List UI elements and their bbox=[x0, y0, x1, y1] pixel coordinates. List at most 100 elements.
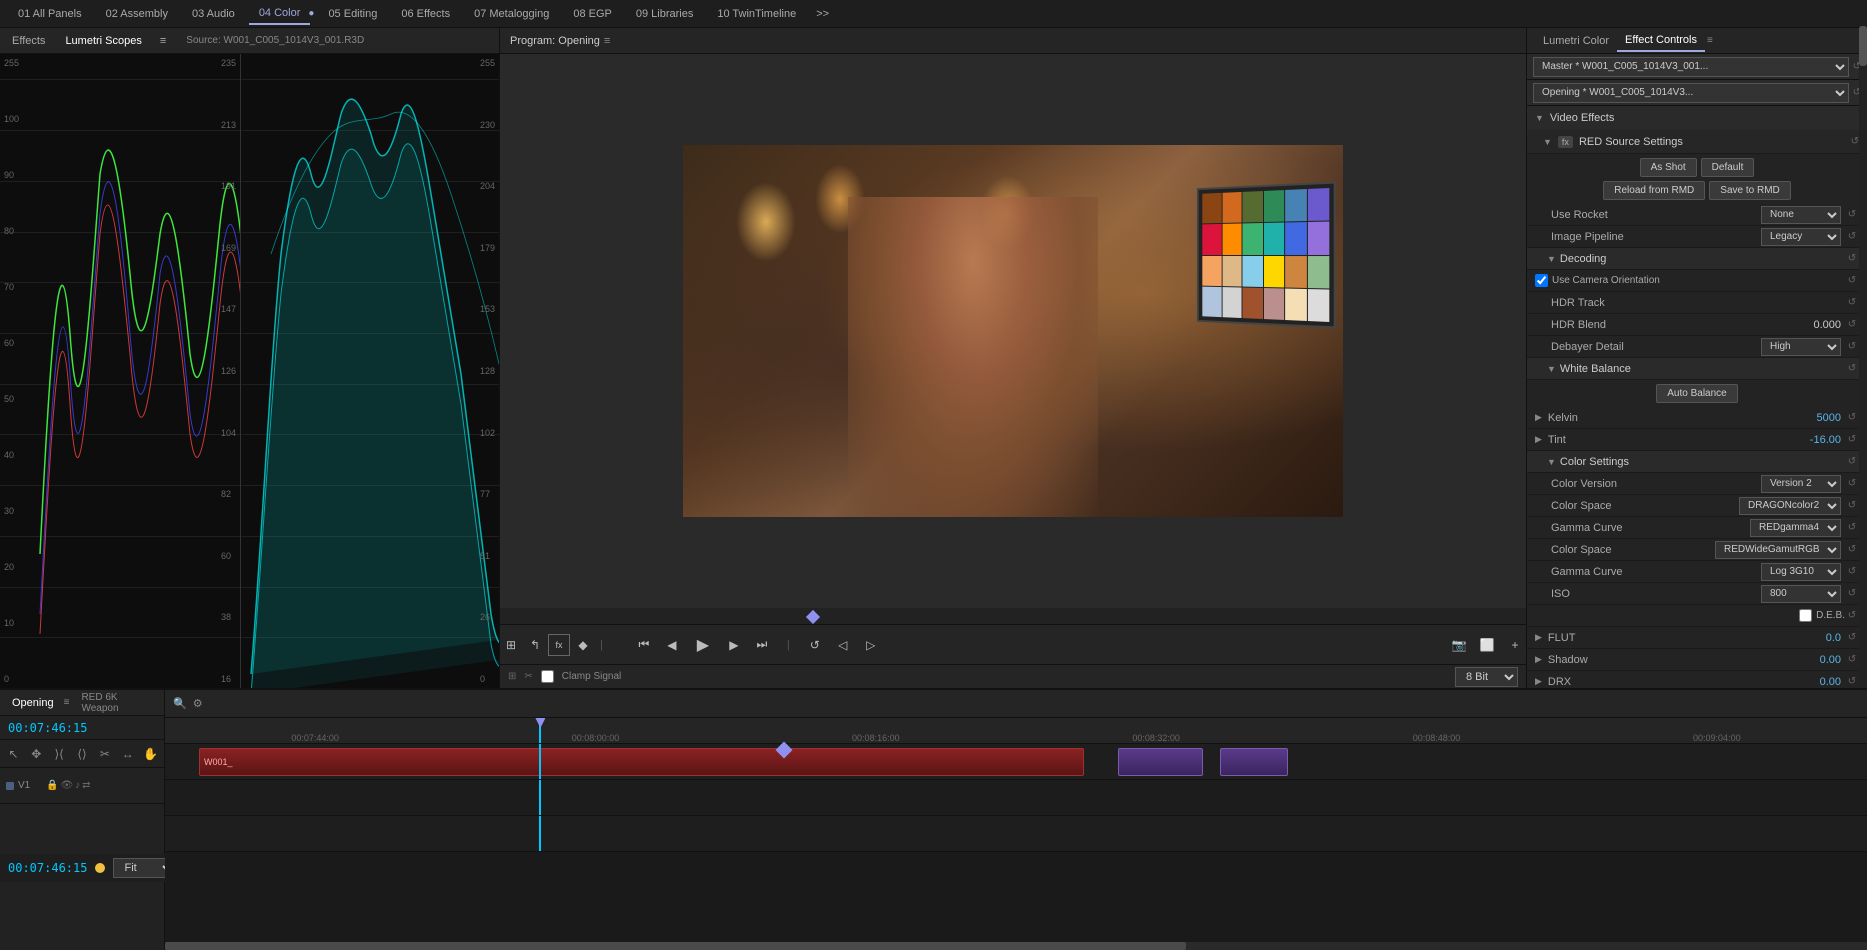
sync-icon[interactable]: ⇄ bbox=[82, 780, 90, 791]
clamp-signal-checkbox[interactable] bbox=[541, 670, 554, 683]
timeline-scrollbar-thumb[interactable] bbox=[165, 942, 1186, 950]
color-settings-reset[interactable]: ↺ bbox=[1845, 455, 1859, 469]
lock-icon[interactable]: 🔒 bbox=[46, 780, 58, 791]
eye-icon[interactable]: 👁 bbox=[60, 780, 73, 791]
preview-timeline-ruler[interactable] bbox=[500, 608, 1526, 624]
white-balance-reset[interactable]: ↺ bbox=[1845, 362, 1859, 376]
bit-depth-selector[interactable]: 8 Bit 16 Bit bbox=[1455, 667, 1518, 687]
zoom-in-icon[interactable]: 🔍 bbox=[173, 697, 187, 710]
use-rocket-reset[interactable]: ↺ bbox=[1845, 208, 1859, 222]
hdr-track-reset[interactable]: ↺ bbox=[1845, 296, 1859, 310]
add-marker-button[interactable]: ⊞ bbox=[500, 634, 522, 656]
nav-effects[interactable]: 06 Effects bbox=[391, 4, 460, 24]
red-source-reset[interactable]: ↺ bbox=[1851, 136, 1859, 147]
tool-roll[interactable]: ⟨⟩ bbox=[73, 744, 92, 764]
fullscreen-button[interactable]: ⬜ bbox=[1476, 634, 1498, 656]
gamma-curve2-reset[interactable]: ↺ bbox=[1845, 565, 1859, 579]
auto-balance-button[interactable]: Auto Balance bbox=[1656, 384, 1738, 403]
tool-slip[interactable]: ↔ bbox=[118, 744, 137, 764]
as-shot-button[interactable]: As Shot bbox=[1640, 158, 1697, 177]
prev-frame-button[interactable]: ◀ bbox=[661, 634, 683, 656]
fx-button[interactable]: fx bbox=[548, 634, 570, 656]
hdr-blend-reset[interactable]: ↺ bbox=[1845, 318, 1859, 332]
scopes-menu-icon[interactable]: ≡ bbox=[160, 35, 166, 47]
opening-clip-selector[interactable]: Opening * W001_C005_1014V3... bbox=[1533, 83, 1849, 103]
insert-button[interactable]: ↰ bbox=[524, 634, 546, 656]
grid-icon[interactable]: ⊞ bbox=[508, 671, 516, 682]
nav-libraries[interactable]: 09 Libraries bbox=[626, 4, 703, 24]
tool-hand[interactable]: ✋ bbox=[141, 744, 160, 764]
opening-tab[interactable]: Opening bbox=[8, 695, 58, 711]
tool-move[interactable]: ✥ bbox=[27, 744, 46, 764]
reload-rmd-button[interactable]: Reload from RMD bbox=[1603, 181, 1705, 200]
camera-orientation-reset[interactable]: ↺ bbox=[1845, 274, 1859, 288]
next-frame-button[interactable]: ▶ bbox=[723, 634, 745, 656]
image-pipeline-reset[interactable]: ↺ bbox=[1845, 230, 1859, 244]
use-rocket-selector[interactable]: None bbox=[1761, 206, 1841, 224]
timeline-scrollbar[interactable] bbox=[165, 942, 1867, 950]
camera-orientation-checkbox[interactable] bbox=[1535, 274, 1548, 287]
nav-audio[interactable]: 03 Audio bbox=[182, 4, 245, 24]
tool-select[interactable]: ↖ bbox=[4, 744, 23, 764]
tool-ripple[interactable]: ⟩⟨ bbox=[50, 744, 69, 764]
step-forward-button[interactable]: ⏭ bbox=[751, 634, 773, 656]
effect-controls-tab[interactable]: Effect Controls bbox=[1617, 30, 1705, 52]
nav-metalogging[interactable]: 07 Metalogging bbox=[464, 4, 559, 24]
nav-color[interactable]: 04 Color bbox=[249, 3, 311, 25]
red-source-header[interactable]: ▼ fx RED Source Settings ↺ bbox=[1527, 130, 1867, 154]
drx-reset[interactable]: ↺ bbox=[1845, 675, 1859, 689]
deb-reset[interactable]: ↺ bbox=[1845, 609, 1859, 623]
diamond-button[interactable]: ◆ bbox=[572, 634, 594, 656]
nav-egp[interactable]: 08 EGP bbox=[563, 4, 622, 24]
gamma-curve-reset[interactable]: ↺ bbox=[1845, 521, 1859, 535]
kelvin-reset[interactable]: ↺ bbox=[1845, 411, 1859, 425]
tool-razor[interactable]: ✂ bbox=[95, 744, 114, 764]
lumetri-scopes-tab[interactable]: Lumetri Scopes bbox=[61, 33, 145, 49]
clip-w001[interactable]: W001_ bbox=[199, 748, 1084, 776]
shadow-reset[interactable]: ↺ bbox=[1845, 653, 1859, 667]
white-balance-header[interactable]: ▼ White Balance ↺ bbox=[1527, 358, 1867, 380]
scrollbar-thumb[interactable] bbox=[1859, 26, 1867, 66]
nav-editing[interactable]: 05 Editing bbox=[318, 4, 387, 24]
video-effects-header[interactable]: ▼ Video Effects bbox=[1527, 106, 1867, 130]
iso-reset[interactable]: ↺ bbox=[1845, 587, 1859, 601]
nav-assembly[interactable]: 02 Assembly bbox=[96, 4, 178, 24]
flut-reset[interactable]: ↺ bbox=[1845, 631, 1859, 645]
save-rmd-button[interactable]: Save to RMD bbox=[1709, 181, 1790, 200]
iso-selector[interactable]: 800 bbox=[1761, 585, 1841, 603]
tint-reset[interactable]: ↺ bbox=[1845, 433, 1859, 447]
speaker-icon[interactable]: ♪ bbox=[75, 780, 80, 791]
settings-icon[interactable]: ⚙ bbox=[193, 697, 203, 710]
camera-button[interactable]: 📷 bbox=[1448, 634, 1470, 656]
effects-tab[interactable]: Effects bbox=[8, 33, 49, 49]
nav-more[interactable]: >> bbox=[810, 4, 835, 24]
decoding-header[interactable]: ▼ Decoding ↺ bbox=[1527, 248, 1867, 270]
step-back-button[interactable]: ⏮ bbox=[633, 634, 655, 656]
gamma-curve-selector[interactable]: REDgamma4 bbox=[1750, 519, 1841, 537]
gamma-curve2-selector[interactable]: Log 3G10 bbox=[1761, 563, 1841, 581]
debayer-selector[interactable]: High Full Res Half Res bbox=[1761, 338, 1841, 356]
clip-purple-1[interactable] bbox=[1118, 748, 1203, 776]
preview-menu-icon[interactable]: ≡ bbox=[604, 35, 610, 47]
image-pipeline-selector[interactable]: Legacy bbox=[1761, 228, 1841, 246]
nav-all-panels[interactable]: 01 All Panels bbox=[8, 4, 92, 24]
play-button[interactable]: ▶ bbox=[689, 631, 717, 659]
color-version-selector[interactable]: Version 2 bbox=[1761, 475, 1841, 493]
master-clip-selector[interactable]: Master * W001_C005_1014V3_001... bbox=[1533, 57, 1849, 77]
tl-tab-menu[interactable]: ≡ bbox=[64, 697, 70, 708]
effect-controls-menu[interactable]: ≡ bbox=[1707, 35, 1713, 46]
color-space-selector[interactable]: DRAGONcolor2 bbox=[1739, 497, 1841, 515]
default-button[interactable]: Default bbox=[1701, 158, 1755, 177]
add-button[interactable]: + bbox=[1504, 634, 1526, 656]
scissors-icon[interactable]: ✂ bbox=[524, 671, 532, 682]
nav-twintimeline[interactable]: 10 TwinTimeline bbox=[707, 4, 806, 24]
color-space2-reset[interactable]: ↺ bbox=[1845, 543, 1859, 557]
decoding-reset[interactable]: ↺ bbox=[1845, 252, 1859, 266]
loop-button[interactable]: ↺ bbox=[804, 634, 826, 656]
right-scrollbar[interactable] bbox=[1859, 26, 1867, 686]
clip-purple-2[interactable] bbox=[1220, 748, 1288, 776]
lumetri-color-tab[interactable]: Lumetri Color bbox=[1535, 31, 1617, 51]
color-version-reset[interactable]: ↺ bbox=[1845, 477, 1859, 491]
in-point-button[interactable]: ◁ bbox=[832, 634, 854, 656]
debayer-reset[interactable]: ↺ bbox=[1845, 340, 1859, 354]
